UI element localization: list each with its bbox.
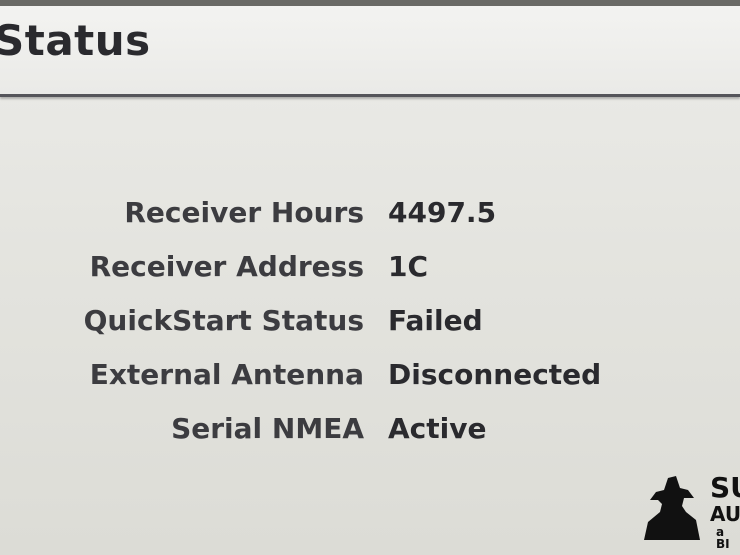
status-row-quickstart-status: QuickStart Status Failed [0, 304, 740, 356]
status-label: QuickStart Status [83, 304, 364, 337]
status-label: Serial NMEA [171, 412, 364, 445]
watermark-text: a BI [716, 525, 730, 551]
page-title: Status [0, 16, 151, 65]
status-value: Failed [388, 304, 483, 337]
status-row-receiver-address: Receiver Address 1C [0, 250, 740, 302]
display-screen: Status Receiver Hours 4497.5 Receiver Ad… [0, 0, 740, 555]
watermark-logo: SU AUC a BI [640, 470, 740, 555]
watermark-text: AUC [710, 502, 740, 526]
status-label: Receiver Hours [124, 196, 364, 229]
status-label: Receiver Address [89, 250, 364, 283]
status-label: External Antenna [89, 358, 364, 391]
status-row-serial-nmea: Serial NMEA Active [0, 412, 740, 464]
status-row-receiver-hours: Receiver Hours 4497.5 [0, 196, 740, 248]
status-value: 4497.5 [388, 196, 497, 229]
status-value: Active [388, 412, 487, 445]
status-row-external-antenna: External Antenna Disconnected [0, 358, 740, 410]
cowboy-silhouette-icon [644, 476, 700, 540]
watermark-text: SU [710, 471, 740, 504]
title-bar: Status [0, 6, 740, 97]
status-value: Disconnected [388, 358, 602, 391]
status-value: 1C [388, 250, 429, 283]
